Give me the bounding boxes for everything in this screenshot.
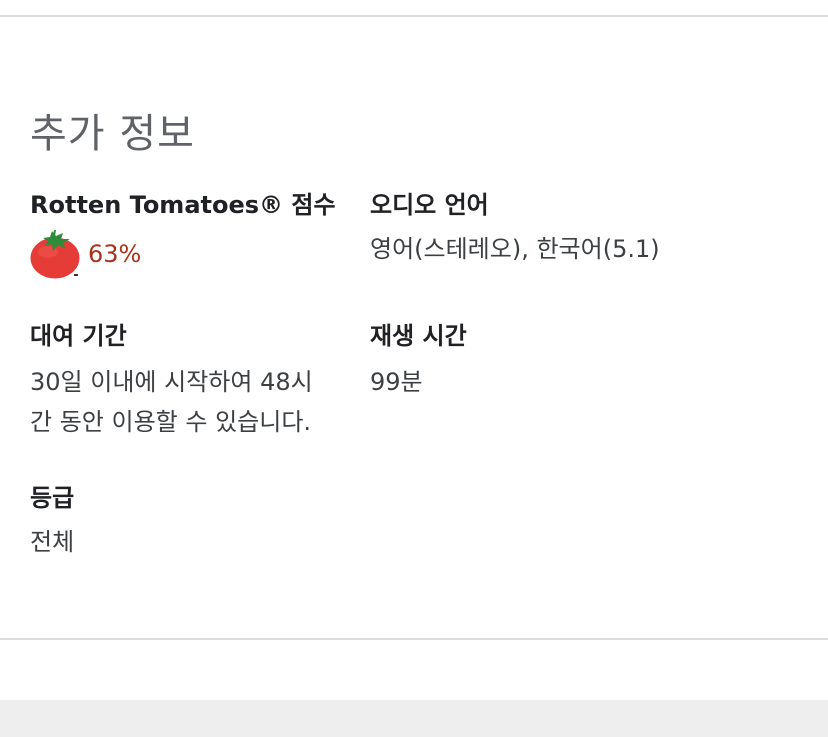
- rental-period-block: 대여 기간 30일 이내에 시작하여 48시 간 동안 이용할 수 있습니다.: [30, 320, 350, 442]
- rotten-tomatoes-rating: 63%: [30, 229, 336, 279]
- runtime-label: 재생 시간: [370, 322, 467, 350]
- audio-language-block: 오디오 언어 영어(스테레오), 한국어(5.1): [370, 189, 660, 269]
- rotten-tomatoes-label: Rotten Tomatoes® 점수: [30, 191, 336, 219]
- bottom-divider: [0, 638, 828, 640]
- content-rating-label: 등급: [30, 484, 75, 512]
- rental-period-label: 대여 기간: [30, 322, 127, 350]
- rental-period-value-line2: 간 동안 이용할 수 있습니다.: [30, 408, 312, 436]
- audio-language-value: 영어(스테레오), 한국어(5.1): [370, 235, 660, 263]
- section-title: 추가 정보: [30, 111, 195, 157]
- rotten-tomatoes-block: Rotten Tomatoes® 점수 63%: [30, 189, 336, 279]
- runtime-value: 99분: [370, 368, 423, 396]
- footer-band: [0, 700, 828, 737]
- content-rating-block: 등급 전체: [30, 482, 74, 562]
- rental-period-value: 30일 이내에 시작하여 48시 간 동안 이용할 수 있습니다.: [30, 362, 350, 442]
- top-divider: [0, 15, 828, 17]
- audio-language-label: 오디오 언어: [370, 191, 489, 219]
- additional-info-page: 추가 정보 Rotten Tomatoes® 점수 63% 오디오 언어 영어(…: [0, 0, 828, 737]
- content-rating-value: 전체: [30, 528, 75, 556]
- tomato-icon: [30, 229, 80, 279]
- rotten-tomatoes-score: 63%: [88, 240, 142, 268]
- runtime-block: 재생 시간 99분: [370, 320, 467, 402]
- rental-period-value-line1: 30일 이내에 시작하여 48시: [30, 368, 313, 396]
